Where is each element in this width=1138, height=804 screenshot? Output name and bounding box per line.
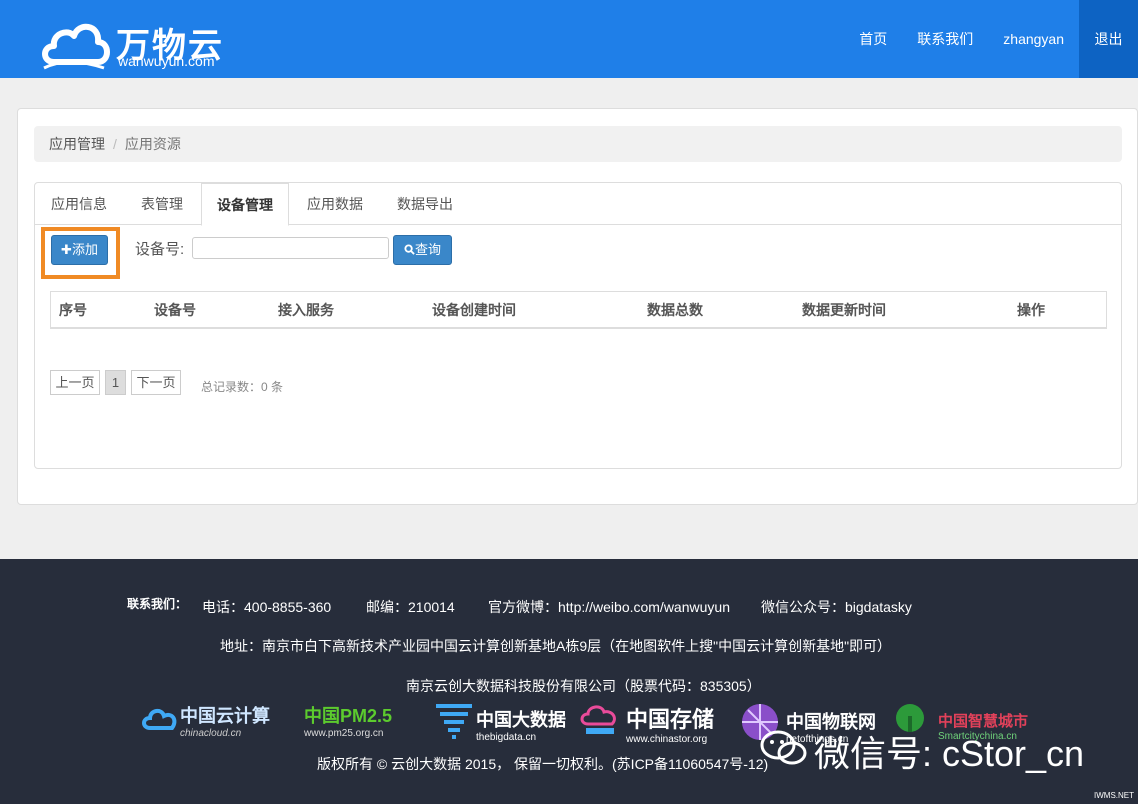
total-records: 总记录数：0 条 bbox=[201, 380, 284, 394]
col-data-total: 数据总数 bbox=[647, 302, 703, 318]
query-button[interactable]: 查询 bbox=[393, 235, 452, 265]
nav-contact[interactable]: 联系我们 bbox=[902, 0, 988, 78]
col-index: 序号 bbox=[59, 302, 87, 318]
partner-logo-url: www.pm25.org.cn bbox=[304, 728, 384, 739]
tab-device-manage[interactable]: 设备管理 bbox=[201, 183, 289, 226]
col-actions: 操作 bbox=[1017, 302, 1045, 318]
wechat-watermark: 微信号: cStor_cn bbox=[814, 733, 1085, 774]
breadcrumb: 应用管理 / 应用资源 bbox=[34, 126, 1122, 162]
tab-container: 应用信息 表管理 设备管理 应用数据 数据导出 ✚添加 设备号: 查询 序号 设… bbox=[34, 182, 1122, 469]
footer: 联系我们： 电话：400-8855-360 邮编：210014 官方微博：htt… bbox=[0, 559, 1138, 804]
breadcrumb-separator: / bbox=[113, 136, 117, 152]
col-device-number: 设备号 bbox=[154, 302, 196, 318]
footer-contact-label: 联系我们： bbox=[127, 597, 188, 611]
partner-logo-name: 中国存储 bbox=[626, 707, 715, 732]
cloud-logo-icon bbox=[42, 24, 110, 70]
search-icon bbox=[404, 244, 415, 255]
logo-subtext: wanwuyun.com bbox=[118, 53, 215, 69]
breadcrumb-current: 应用资源 bbox=[124, 136, 181, 152]
nav-home[interactable]: 首页 bbox=[844, 0, 902, 78]
col-access-service: 接入服务 bbox=[278, 302, 334, 318]
device-number-input[interactable] bbox=[192, 237, 389, 259]
tab-app-info[interactable]: 应用信息 bbox=[35, 183, 123, 225]
footer-phone: 电话：400-8855-360 bbox=[202, 599, 332, 615]
wechat-icon bbox=[760, 730, 807, 765]
add-button[interactable]: ✚添加 bbox=[51, 235, 108, 265]
partner-logo-url: www.chinastor.org bbox=[626, 734, 708, 745]
tornado-icon bbox=[436, 704, 472, 739]
breadcrumb-parent[interactable]: 应用管理 bbox=[49, 136, 105, 152]
main-panel: 应用管理 / 应用资源 应用信息 表管理 设备管理 应用数据 数据导出 ✚添加 设备… bbox=[17, 108, 1138, 505]
cloud-icon bbox=[142, 709, 177, 730]
partner-logo-name: 中国PM2.5 bbox=[304, 706, 393, 726]
query-button-label: 查询 bbox=[414, 242, 441, 257]
navbar: 万物云 wanwuyun.com 首页 联系我们 zhangyan 退出 bbox=[0, 0, 1138, 78]
partner-logo-pm25[interactable]: 中国PM2.5 www.pm25.org.cn bbox=[304, 702, 392, 742]
nav-logout[interactable]: 退出 bbox=[1079, 0, 1138, 78]
device-table: 序号 设备号 接入服务 设备创建时间 数据总数 数据更新时间 操作 bbox=[50, 291, 1107, 329]
partner-logo-name: 中国大数据 bbox=[476, 710, 566, 730]
footer-copyright: 版权所有 © 云创大数据 2015， 保留一切权利。(苏ICP备11060547… bbox=[317, 756, 769, 772]
nav-links: 首页 联系我们 zhangyan 退出 bbox=[844, 0, 1138, 78]
tab-bar: 应用信息 表管理 设备管理 应用数据 数据导出 bbox=[35, 183, 1121, 226]
col-update-time: 数据更新时间 bbox=[802, 302, 886, 318]
footer-wechat: 微信公众号：bigdatasky bbox=[761, 599, 912, 615]
footer-company: 南京云创大数据科技股份有限公司（股票代码：835305） bbox=[406, 678, 761, 694]
tab-data-export[interactable]: 数据导出 bbox=[379, 183, 471, 225]
footer-weibo[interactable]: 官方微博：http://weibo.com/wanwuyun bbox=[488, 597, 730, 617]
tab-app-data[interactable]: 应用数据 bbox=[291, 183, 379, 225]
corner-watermark: IWMS.NET bbox=[1094, 791, 1134, 800]
footer-address: 地址：南京市白下高新技术产业园中国云计算创新基地A栋9层（在地图软件上搜"中国云… bbox=[220, 638, 892, 654]
partner-logo-url: thebigdata.cn bbox=[476, 732, 537, 743]
storage-cloud-icon bbox=[580, 705, 616, 734]
footer-zip: 邮编：210014 bbox=[366, 599, 455, 615]
partner-logo-url: chinacloud.cn bbox=[180, 728, 242, 739]
col-create-time: 设备创建时间 bbox=[432, 302, 516, 318]
tab-table-manage[interactable]: 表管理 bbox=[123, 183, 201, 225]
nav-user[interactable]: zhangyan bbox=[988, 0, 1079, 78]
partner-logo-name: 中国云计算 bbox=[180, 706, 270, 726]
logo[interactable]: 万物云 wanwuyun.com bbox=[40, 10, 240, 72]
device-number-label: 设备号: bbox=[135, 241, 185, 258]
next-page-button[interactable]: 下一页 bbox=[131, 370, 181, 395]
page-number-1[interactable]: 1 bbox=[105, 370, 126, 395]
prev-page-button[interactable]: 上一页 bbox=[50, 370, 100, 395]
